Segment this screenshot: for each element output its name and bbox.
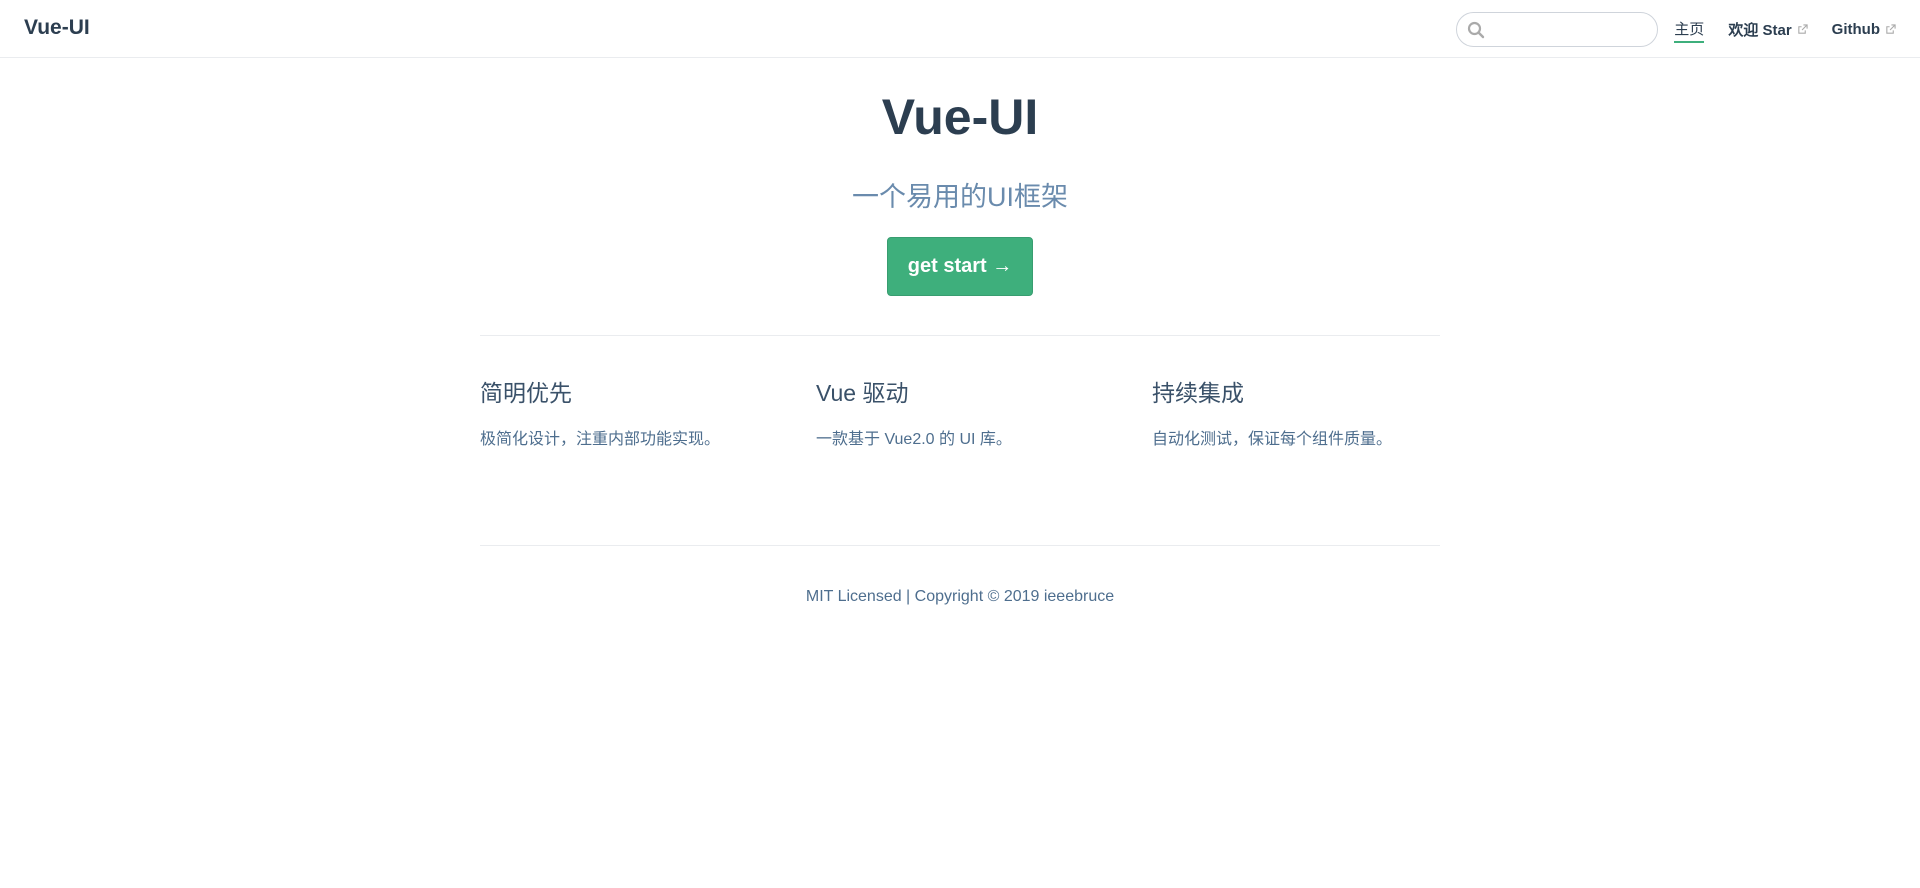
- search-input[interactable]: [1457, 12, 1658, 46]
- search-box[interactable]: [1456, 11, 1659, 47]
- footer: MIT Licensed | Copyright © 2019 ieeebruc…: [805, 588, 1115, 605]
- nav-link-star[interactable]: 欢迎 Star: [1728, 15, 1808, 43]
- hero-title: Vue-UI: [881, 89, 1039, 145]
- nav-links-container: 主页 欢迎 Star Github: [1456, 11, 1896, 47]
- nav-link-home[interactable]: 主页: [1674, 15, 1705, 43]
- feature-title: 持续集成: [1152, 380, 1244, 406]
- hero-description: 一个易用的UI框架: [852, 182, 1068, 212]
- external-link-icon: [1797, 23, 1808, 34]
- footer-divider: [480, 545, 1440, 546]
- feature-details: 极简化设计，注重内部功能实现。: [480, 431, 721, 448]
- feature-details: 自动化测试，保证每个组件质量。: [1152, 431, 1393, 448]
- site-name-link[interactable]: Vue-UI: [24, 16, 90, 40]
- feature-title: 简明优先: [480, 380, 572, 406]
- nav-link-star-label: 欢迎 Star: [1728, 21, 1792, 39]
- nav-link-github-label: Github: [1831, 20, 1880, 38]
- feature-details: 一款基于 Vue2.0 的 UI 库。: [816, 431, 1012, 448]
- nav-link-github[interactable]: Github: [1832, 15, 1896, 43]
- feature-title: Vue 驱动: [816, 380, 909, 406]
- nav-link-home-label: 主页: [1674, 20, 1705, 38]
- navbar: Vue-UI 主页 欢迎 Star Github: [0, 0, 1920, 58]
- features-section: 简明优先 极简化设计，注重内部功能实现。 Vue 驱动 一款基于 Vue2.0 …: [480, 335, 1440, 448]
- get-start-button[interactable]: get start →: [887, 237, 1033, 296]
- external-link-icon: [1886, 23, 1896, 34]
